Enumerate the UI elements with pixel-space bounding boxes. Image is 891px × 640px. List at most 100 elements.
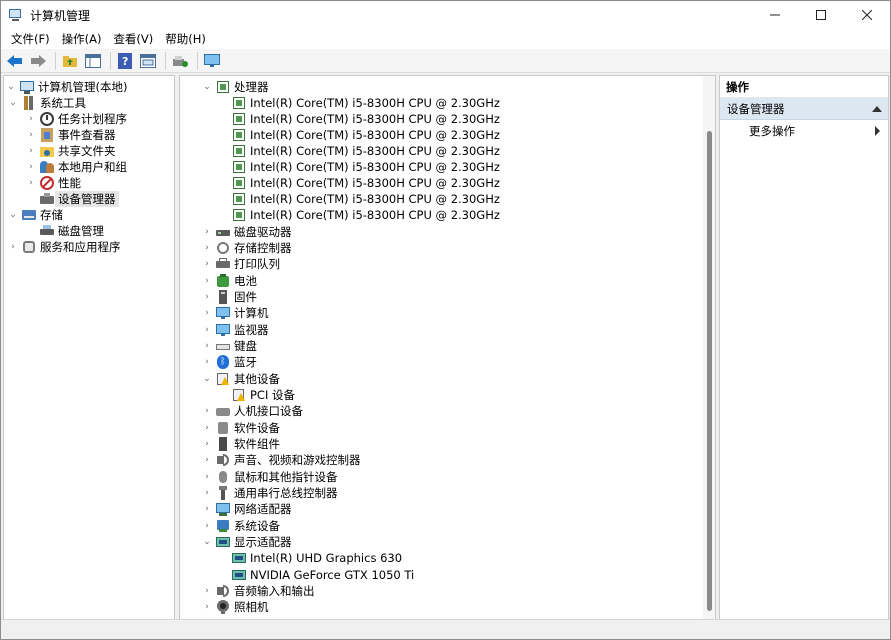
device-item-pci-device[interactable]: PCI 设备	[232, 387, 295, 403]
expand-chevron-icon[interactable]: ›	[202, 518, 212, 534]
device-item-cpu[interactable]: Intel(R) Core(TM) i5-8300H CPU @ 2.30GHz	[232, 127, 500, 143]
tree-item-services-apps[interactable]: › 服务和应用程序	[8, 239, 120, 255]
toolbar-separator	[110, 51, 111, 70]
actions-section-device-manager[interactable]: 设备管理器	[720, 98, 888, 120]
expand-chevron-icon[interactable]: ›	[8, 239, 18, 255]
up-folder-button[interactable]	[60, 51, 80, 71]
device-category-bluetooth[interactable]: › ᛒ 蓝牙	[202, 354, 257, 370]
toolbar-separator	[55, 51, 56, 70]
expand-chevron-icon[interactable]: ›	[202, 256, 212, 272]
expand-chevron-icon[interactable]: ›	[26, 127, 36, 143]
menu-file[interactable]: 文件(F)	[5, 29, 56, 49]
device-tree-scrollbar[interactable]	[703, 76, 715, 619]
tree-item-computer-management[interactable]: ⌄ 计算机管理(本地)	[6, 79, 127, 95]
expand-chevron-icon[interactable]: ›	[202, 583, 212, 599]
title-bar[interactable]: 计算机管理	[1, 1, 890, 29]
device-category-display-adapters[interactable]: ⌄ 显示适配器	[202, 534, 291, 550]
expand-chevron-icon[interactable]: ›	[202, 338, 212, 354]
forward-button[interactable]	[28, 51, 48, 71]
device-category-firmware[interactable]: › 固件	[202, 289, 257, 305]
device-category-other-devices[interactable]: ⌄ 其他设备	[202, 371, 280, 387]
expand-chevron-icon[interactable]: ›	[202, 224, 212, 240]
device-category-cameras[interactable]: › 照相机	[202, 599, 269, 615]
expand-chevron-icon[interactable]: ›	[202, 501, 212, 517]
tree-item-storage[interactable]: ⌄ 存储	[8, 207, 63, 223]
tree-item-local-users[interactable]: › 本地用户和组	[26, 159, 127, 175]
expand-chevron-icon[interactable]: ›	[26, 111, 36, 127]
maximize-button[interactable]	[798, 1, 844, 29]
device-item-cpu[interactable]: Intel(R) Core(TM) i5-8300H CPU @ 2.30GHz	[232, 175, 500, 191]
expand-chevron-icon[interactable]: ›	[202, 452, 212, 468]
device-category-software-devices[interactable]: › 软件设备	[202, 420, 280, 436]
collapse-chevron-icon[interactable]: ⌄	[202, 79, 212, 95]
device-category-network-adapters[interactable]: › 网络适配器	[202, 501, 292, 517]
expand-chevron-icon[interactable]: ›	[202, 420, 212, 436]
device-category-computer[interactable]: › 计算机	[202, 305, 268, 321]
device-category-software-components[interactable]: › 软件组件	[202, 436, 280, 452]
expand-chevron-icon[interactable]: ›	[26, 175, 36, 191]
device-category-mice[interactable]: › 鼠标和其他指针设备	[202, 469, 337, 485]
device-item-cpu[interactable]: Intel(R) Core(TM) i5-8300H CPU @ 2.30GHz	[232, 95, 500, 111]
scrollbar-thumb[interactable]	[707, 131, 712, 611]
minimize-button[interactable]	[752, 1, 798, 29]
device-item-intel-graphics[interactable]: Intel(R) UHD Graphics 630	[232, 550, 402, 566]
tree-item-device-manager[interactable]: 设备管理器	[40, 191, 119, 207]
collapse-chevron-icon[interactable]: ⌄	[6, 79, 16, 95]
device-category-sound-video-game[interactable]: › 声音、视频和游戏控制器	[202, 452, 360, 468]
tree-item-label: 存储	[40, 208, 63, 222]
tree-item-event-viewer[interactable]: › 事件查看器	[26, 127, 116, 143]
expand-chevron-icon[interactable]: ›	[202, 599, 212, 615]
collapse-chevron-icon[interactable]: ⌄	[202, 371, 212, 387]
tree-item-performance[interactable]: › 性能	[26, 175, 81, 191]
expand-chevron-icon[interactable]: ›	[202, 403, 212, 419]
scan-hardware-button[interactable]	[170, 51, 190, 71]
expand-chevron-icon[interactable]: ›	[202, 485, 212, 501]
expand-chevron-icon[interactable]: ›	[202, 322, 212, 338]
tree-item-disk-management[interactable]: 磁盘管理	[40, 223, 104, 239]
device-item-cpu[interactable]: Intel(R) Core(TM) i5-8300H CPU @ 2.30GHz	[232, 207, 500, 223]
device-item-nvidia-graphics[interactable]: NVIDIA GeForce GTX 1050 Ti	[232, 567, 414, 583]
close-button[interactable]	[844, 1, 890, 29]
device-item-cpu[interactable]: Intel(R) Core(TM) i5-8300H CPU @ 2.30GHz	[232, 111, 500, 127]
tree-item-task-scheduler[interactable]: › 任务计划程序	[26, 111, 127, 127]
expand-chevron-icon[interactable]: ›	[202, 354, 212, 370]
menu-view[interactable]: 查看(V)	[107, 29, 159, 49]
tree-item-label: 共享文件夹	[58, 144, 116, 158]
device-category-disk-drives[interactable]: › 磁盘驱动器	[202, 224, 291, 240]
device-item-cpu[interactable]: Intel(R) Core(TM) i5-8300H CPU @ 2.30GHz	[232, 143, 500, 159]
more-actions-item[interactable]: 更多操作	[720, 122, 888, 140]
monitor-button[interactable]	[202, 51, 222, 71]
collapse-chevron-icon[interactable]: ⌄	[202, 534, 212, 550]
device-category-processors[interactable]: ⌄ 处理器	[202, 79, 268, 95]
expand-chevron-icon[interactable]: ›	[202, 469, 212, 485]
collapse-caret-icon[interactable]	[872, 106, 882, 112]
tree-item-system-tools[interactable]: ⌄ 系统工具	[8, 95, 86, 111]
device-category-keyboards[interactable]: › 键盘	[202, 338, 257, 354]
device-category-print-queues[interactable]: › 打印队列	[202, 256, 280, 272]
expand-chevron-icon[interactable]: ›	[202, 289, 212, 305]
device-category-usb-controllers[interactable]: › 通用串行总线控制器	[202, 485, 338, 501]
menu-help[interactable]: 帮助(H)	[159, 29, 212, 49]
expand-chevron-icon[interactable]: ›	[202, 273, 212, 289]
properties-button[interactable]	[138, 51, 158, 71]
device-item-cpu[interactable]: Intel(R) Core(TM) i5-8300H CPU @ 2.30GHz	[232, 191, 500, 207]
help-button[interactable]: ?	[115, 51, 135, 71]
back-button[interactable]	[5, 51, 25, 71]
expand-chevron-icon[interactable]: ›	[202, 436, 212, 452]
show-hide-tree-button[interactable]	[83, 51, 103, 71]
collapse-chevron-icon[interactable]: ⌄	[8, 95, 18, 111]
expand-chevron-icon[interactable]: ›	[202, 240, 212, 256]
device-category-storage-controllers[interactable]: › 存储控制器	[202, 240, 291, 256]
expand-chevron-icon[interactable]: ›	[26, 143, 36, 159]
menu-action[interactable]: 操作(A)	[56, 29, 108, 49]
device-category-hid[interactable]: › 人机接口设备	[202, 403, 303, 419]
device-category-monitors[interactable]: › 监视器	[202, 322, 268, 338]
expand-chevron-icon[interactable]: ›	[26, 159, 36, 175]
device-item-cpu[interactable]: Intel(R) Core(TM) i5-8300H CPU @ 2.30GHz	[232, 159, 500, 175]
device-category-audio-io[interactable]: › 音频输入和输出	[202, 583, 314, 599]
tree-item-shared-folders[interactable]: › 共享文件夹	[26, 143, 116, 159]
device-category-batteries[interactable]: › 电池	[202, 273, 257, 289]
expand-chevron-icon[interactable]: ›	[202, 305, 212, 321]
collapse-chevron-icon[interactable]: ⌄	[8, 207, 18, 223]
device-category-system-devices[interactable]: › 系统设备	[202, 518, 280, 534]
